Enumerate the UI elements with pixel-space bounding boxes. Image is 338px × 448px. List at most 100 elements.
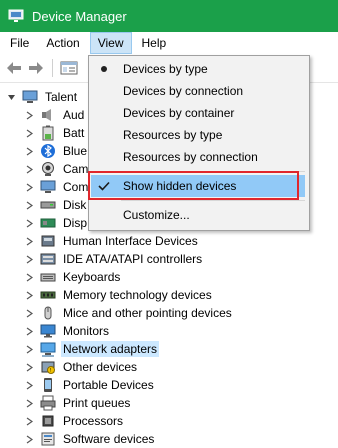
tree-item-label: Blue bbox=[63, 144, 88, 158]
tree-item-label: Cam bbox=[63, 162, 89, 176]
expand-arrow-icon[interactable] bbox=[24, 178, 34, 196]
expand-arrow-icon[interactable] bbox=[24, 394, 34, 412]
tree-item-label: Disk bbox=[63, 198, 87, 212]
tree-item-label: Processors bbox=[63, 414, 124, 428]
back-arrow-icon bbox=[7, 62, 21, 74]
hid-icon bbox=[41, 235, 55, 247]
speaker-icon bbox=[42, 109, 51, 121]
menu-action[interactable]: Action bbox=[39, 32, 86, 54]
expand-arrow-icon[interactable] bbox=[24, 304, 34, 322]
network-adapter-icon bbox=[40, 342, 56, 357]
tree-item-label: Monitors bbox=[63, 324, 110, 338]
tree-item-label: Disp bbox=[63, 216, 88, 230]
tree-item-label: Other devices bbox=[63, 360, 138, 374]
disk-drive-icon bbox=[40, 201, 56, 209]
device-manager-icon bbox=[8, 9, 24, 22]
ide-controller-icon bbox=[40, 253, 56, 265]
bluetooth-icon bbox=[41, 144, 55, 158]
menu-file[interactable]: File bbox=[3, 32, 36, 54]
tree-item-label: Com bbox=[63, 180, 89, 194]
expand-arrow-icon[interactable] bbox=[24, 358, 34, 376]
computer-icon bbox=[40, 180, 56, 193]
collapse-arrow-icon[interactable] bbox=[6, 88, 16, 106]
window-title: Device Manager bbox=[32, 8, 127, 24]
processor-icon bbox=[42, 415, 54, 427]
tree-item[interactable]: Aud bbox=[24, 106, 86, 124]
tree-root[interactable]: Talent bbox=[6, 88, 79, 106]
menu-option-resources-by-type[interactable]: Resources by type bbox=[91, 124, 305, 146]
properties-icon bbox=[60, 61, 78, 75]
menu-option-devices-by-container[interactable]: Devices by container bbox=[91, 102, 305, 124]
menu-bar: File Action View Help bbox=[0, 32, 338, 54]
expand-arrow-icon[interactable] bbox=[24, 160, 34, 178]
expand-arrow-icon[interactable] bbox=[24, 214, 34, 232]
tree-item-label: Aud bbox=[63, 108, 85, 122]
tree-item[interactable]: Com bbox=[24, 178, 90, 196]
tree-item[interactable]: Software devices bbox=[24, 430, 156, 448]
svg-text:!: ! bbox=[50, 368, 51, 374]
menu-help[interactable]: Help bbox=[135, 32, 174, 54]
tree-item[interactable]: Disp bbox=[24, 214, 89, 232]
software-devices-icon bbox=[41, 432, 55, 446]
tree-item-label: Software devices bbox=[63, 432, 155, 446]
computer-icon bbox=[22, 90, 38, 103]
tree-item-label: IDE ATA/ATAPI controllers bbox=[63, 252, 203, 266]
tree-item[interactable]: Keyboards bbox=[24, 268, 122, 286]
expand-arrow-icon[interactable] bbox=[24, 340, 34, 358]
forward-button[interactable] bbox=[26, 58, 46, 78]
tree-item-label: Portable Devices bbox=[63, 378, 154, 392]
tree-root-label: Talent bbox=[45, 90, 78, 104]
other-devices-icon: ! bbox=[41, 361, 55, 374]
annotation-highlight-box bbox=[88, 171, 299, 200]
expand-arrow-icon[interactable] bbox=[24, 124, 34, 142]
menu-option-resources-by-connection[interactable]: Resources by connection bbox=[91, 146, 305, 168]
menu-option-devices-by-connection[interactable]: Devices by connection bbox=[91, 80, 305, 102]
toolbar-separator bbox=[52, 59, 53, 77]
expand-arrow-icon[interactable] bbox=[24, 286, 34, 304]
tree-item[interactable]: Disk bbox=[24, 196, 88, 214]
tree-item[interactable]: Processors bbox=[24, 412, 125, 430]
expand-arrow-icon[interactable] bbox=[24, 142, 34, 160]
tree-item-label: Print queues bbox=[63, 396, 131, 410]
tree-item-label: Human Interface Devices bbox=[63, 234, 198, 248]
expand-arrow-icon[interactable] bbox=[24, 412, 34, 430]
tree-item[interactable]: Human Interface Devices bbox=[24, 232, 200, 250]
keyboard-icon bbox=[40, 273, 56, 282]
tree-item-label: Batt bbox=[63, 126, 85, 140]
expand-arrow-icon[interactable] bbox=[24, 196, 34, 214]
portable-devices-icon bbox=[44, 378, 52, 392]
display-adapter-icon bbox=[40, 218, 56, 228]
expand-arrow-icon[interactable] bbox=[24, 376, 34, 394]
tree-item[interactable]: Print queues bbox=[24, 394, 132, 412]
menu-separator bbox=[121, 200, 305, 201]
tree-item-label: Network adapters bbox=[61, 341, 160, 357]
tree-item[interactable]: Batt bbox=[24, 124, 86, 142]
properties-button[interactable] bbox=[59, 58, 79, 78]
printer-icon bbox=[40, 395, 56, 411]
expand-arrow-icon[interactable] bbox=[24, 268, 34, 286]
camera-icon bbox=[42, 162, 54, 176]
expand-arrow-icon[interactable] bbox=[24, 250, 34, 268]
memory-icon bbox=[40, 291, 56, 299]
tree-item[interactable]: Network adapters bbox=[24, 340, 160, 358]
tree-item-label: Mice and other pointing devices bbox=[63, 306, 232, 320]
tree-item[interactable]: IDE ATA/ATAPI controllers bbox=[24, 250, 204, 268]
tree-item[interactable]: Cam bbox=[24, 160, 90, 178]
menu-view[interactable]: View bbox=[89, 32, 132, 54]
tree-item[interactable]: ! Other devices bbox=[24, 358, 139, 376]
tree-item[interactable]: Mice and other pointing devices bbox=[24, 304, 234, 322]
tree-item[interactable]: Monitors bbox=[24, 322, 111, 340]
tree-item[interactable]: Blue bbox=[24, 142, 89, 160]
tree-item[interactable]: Memory technology devices bbox=[24, 286, 214, 304]
tree-item-label: Keyboards bbox=[63, 270, 121, 284]
expand-arrow-icon[interactable] bbox=[24, 430, 34, 448]
expand-arrow-icon[interactable] bbox=[24, 106, 34, 124]
tree-item[interactable]: Portable Devices bbox=[24, 376, 156, 394]
view-menu-dropdown: Devices by type Devices by connection De… bbox=[88, 55, 310, 231]
menu-option-devices-by-type[interactable]: Devices by type bbox=[91, 58, 305, 80]
back-button[interactable] bbox=[4, 58, 24, 78]
expand-arrow-icon[interactable] bbox=[24, 322, 34, 340]
monitor-icon bbox=[40, 324, 56, 338]
menu-option-customize[interactable]: Customize... bbox=[91, 204, 305, 226]
expand-arrow-icon[interactable] bbox=[24, 232, 34, 250]
